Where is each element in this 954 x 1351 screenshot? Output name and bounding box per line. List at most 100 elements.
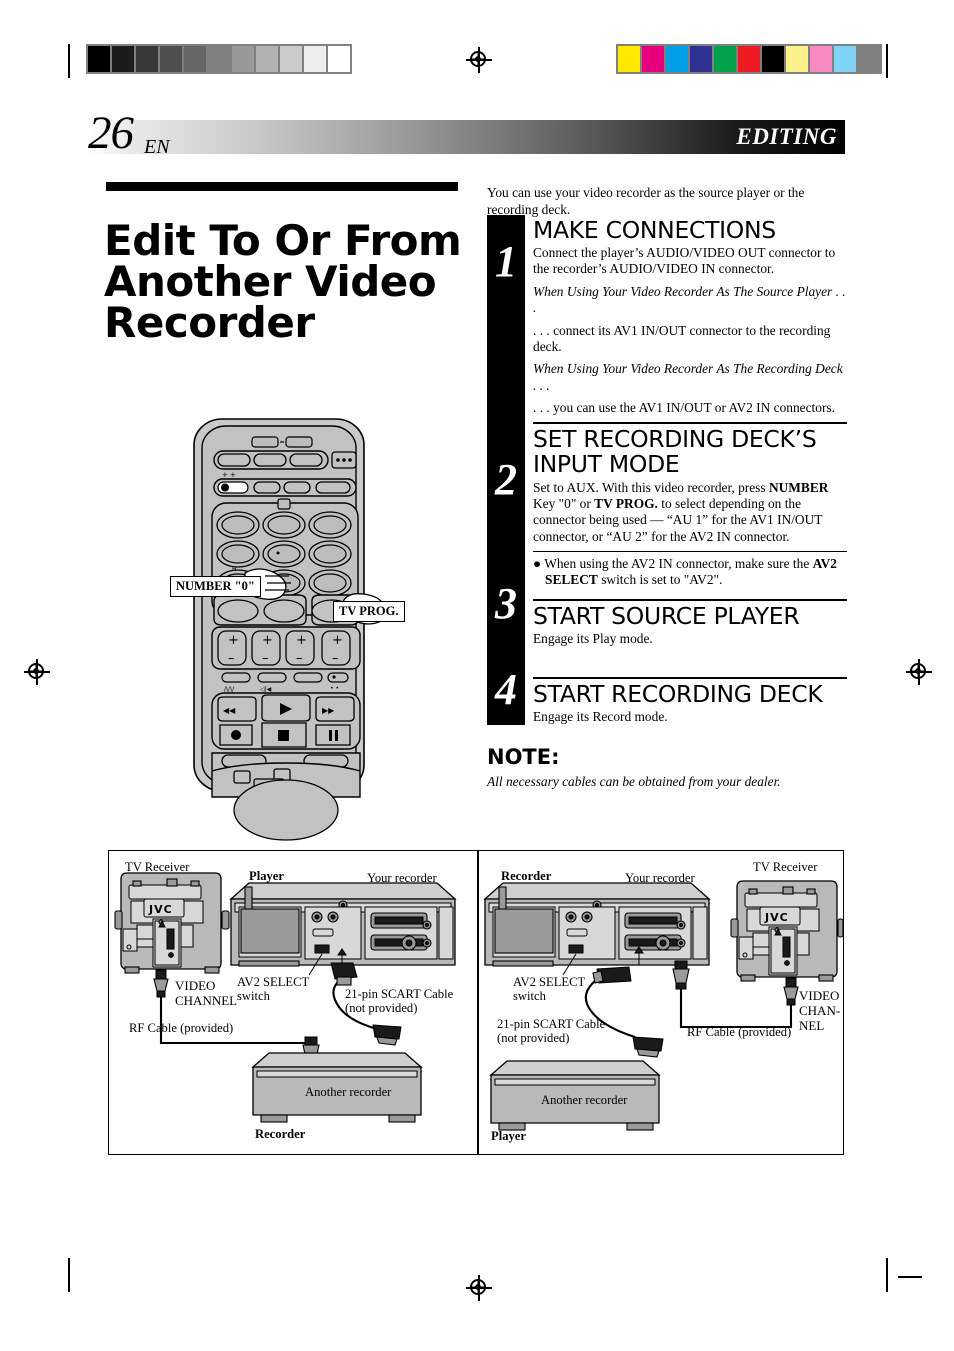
header-gradient-bar xyxy=(88,120,845,154)
step-4-rule xyxy=(533,677,847,680)
grayscale-swatch-9 xyxy=(304,46,326,72)
color-swatch-6 xyxy=(762,46,784,72)
label-left-av2-select: AV2 SELECT switch xyxy=(237,975,309,1004)
grayscale-swatch-6 xyxy=(232,46,254,72)
step-number-1: 1 xyxy=(495,237,517,286)
your-recorder-right xyxy=(483,882,711,967)
step-1: MAKE CONNECTIONS Connect the player’s AU… xyxy=(533,216,847,416)
label-left-tv-receiver: TV Receiver xyxy=(125,860,190,874)
grayscale-swatch-3 xyxy=(160,46,182,72)
svg-text:–: – xyxy=(332,651,339,666)
page-title: Edit To Or From Another Video Recorder xyxy=(104,216,462,348)
svg-text:+: + xyxy=(296,633,307,648)
note-body: All necessary cables can be obtained fro… xyxy=(487,774,781,789)
grayscale-swatch-7 xyxy=(256,46,278,72)
color-swatch-9 xyxy=(834,46,856,72)
crop-mark-top-left xyxy=(68,44,70,78)
step-4: START RECORDING DECK Engage its Record m… xyxy=(533,677,847,725)
step-2-rule xyxy=(533,422,847,425)
svg-text:JVC: JVC xyxy=(148,903,173,916)
tv-receiver-right: JVC xyxy=(730,880,844,982)
label-right-scart-cable: 21-pin SCART Cable (not provided) xyxy=(497,1017,606,1046)
svg-text:+: + xyxy=(230,471,236,479)
grayscale-swatch-2 xyxy=(136,46,158,72)
step-1-para-2: When Using Your Video Recorder As The So… xyxy=(533,283,846,316)
step-number-4: 4 xyxy=(495,665,517,714)
label-right-recorder-role: Recorder xyxy=(501,869,552,883)
title-rule xyxy=(106,182,458,191)
registration-target-icon-left xyxy=(24,659,50,685)
crop-mark-bottom-left xyxy=(68,1258,70,1292)
svg-text:+: + xyxy=(228,633,239,648)
color-swatch-7 xyxy=(786,46,808,72)
section-title: EDITING xyxy=(736,124,837,149)
grayscale-swatch-10 xyxy=(328,46,350,72)
step-1-para-4: When Using Your Video Recorder As The Re… xyxy=(533,361,843,393)
step-1-para-5: . . . you can use the AV1 IN/OUT or AV2 … xyxy=(533,399,835,415)
step-number-3: 3 xyxy=(495,579,517,628)
crop-mark-bottom-right xyxy=(886,1258,888,1292)
step-2-bullet-box: ● When using the AV2 IN connector, make … xyxy=(533,550,847,589)
svg-text:+: + xyxy=(332,633,343,648)
svg-text:JVC: JVC xyxy=(764,911,789,924)
label-left-another-recorder: Another recorder xyxy=(305,1085,392,1099)
svg-text:• •: • • xyxy=(330,685,339,692)
label-right-rf-cable: RF Cable (provided) xyxy=(687,1025,792,1039)
step-4-heading: START RECORDING DECK xyxy=(533,680,823,709)
color-swatch-8 xyxy=(810,46,832,72)
step-1-heading: MAKE CONNECTIONS xyxy=(533,216,776,244)
color-swatch-5 xyxy=(738,46,760,72)
step-3-rule xyxy=(533,598,847,601)
scart-plug-lower-right xyxy=(632,1036,664,1058)
color-swatch-2 xyxy=(666,46,688,72)
scart-plug-lower-left xyxy=(372,1024,402,1046)
rf-plug-recorder-right xyxy=(672,960,690,990)
step-3: START SOURCE PLAYER Engage its Play mode… xyxy=(533,598,847,647)
label-left-recorder-role: Recorder xyxy=(255,1127,306,1141)
color-swatch-4 xyxy=(714,46,736,72)
rf-plug-tv-left xyxy=(153,969,169,998)
grayscale-calibration-bar xyxy=(86,44,352,74)
callout-number-zero: NUMBER "0" xyxy=(170,576,261,597)
svg-text:◀◀: ◀◀ xyxy=(223,706,236,715)
svg-text:–: – xyxy=(296,651,303,666)
label-right-player-role: Player xyxy=(491,1129,526,1143)
grayscale-swatch-0 xyxy=(88,46,110,72)
step-number-2: 2 xyxy=(495,455,517,504)
label-left-rf-cable: RF Cable (provided) xyxy=(129,1021,234,1035)
callout-tv-prog: TV PROG. xyxy=(333,601,405,622)
connection-diagram: .vcase{fill:#b9b9b9;stroke:#000;stroke-w… xyxy=(108,850,844,1155)
step-1-para-3: . . . connect its AV1 IN/OUT connector t… xyxy=(533,322,831,354)
label-right-your-recorder: Your recorder xyxy=(625,871,695,885)
tv-receiver-left: JVC xyxy=(114,872,230,974)
label-right-av2-select: AV2 SELECT switch xyxy=(513,975,585,1004)
svg-text:–: – xyxy=(228,651,235,666)
note-heading: NOTE: xyxy=(487,745,560,769)
color-swatch-0 xyxy=(618,46,640,72)
step-2-bullet: ● When using the AV2 IN connector, make … xyxy=(533,555,837,588)
registration-target-icon-top xyxy=(466,47,492,73)
label-left-player-role: Player xyxy=(249,869,284,883)
label-right-another-recorder: Another recorder xyxy=(541,1093,628,1107)
color-swatch-1 xyxy=(642,46,664,72)
svg-text:/\/\/: /\/\/ xyxy=(224,686,235,693)
label-left-your-recorder: Your recorder xyxy=(367,871,437,885)
step-2-heading: SET RECORDING DECK’S INPUT MODE xyxy=(533,425,817,479)
crop-mark-top-right xyxy=(886,44,888,78)
crop-mark-right-edge xyxy=(898,1276,922,1278)
color-calibration-bar xyxy=(616,44,882,74)
svg-text:–: – xyxy=(262,651,269,666)
steps-list: MAKE CONNECTIONS Connect the player’s AU… xyxy=(533,215,847,732)
color-swatch-10 xyxy=(858,46,880,72)
page-number: 26 xyxy=(88,107,134,159)
label-left-video-channel: VIDEO CHANNEL xyxy=(175,978,238,1008)
rf-plug-tv-right xyxy=(783,977,799,1006)
registration-target-icon-right xyxy=(906,659,932,685)
grayscale-swatch-8 xyxy=(280,46,302,72)
step-4-body: Engage its Record mode. xyxy=(533,709,668,725)
step-1-para-1: Connect the player’s AUDIO/VIDEO OUT con… xyxy=(533,245,836,277)
grayscale-swatch-4 xyxy=(184,46,206,72)
label-right-video-channel: VIDEO CHAN- NEL xyxy=(799,988,841,1033)
intro-text: You can use your video recorder as the s… xyxy=(487,185,805,218)
label-right-tv-receiver: TV Receiver xyxy=(753,860,818,874)
